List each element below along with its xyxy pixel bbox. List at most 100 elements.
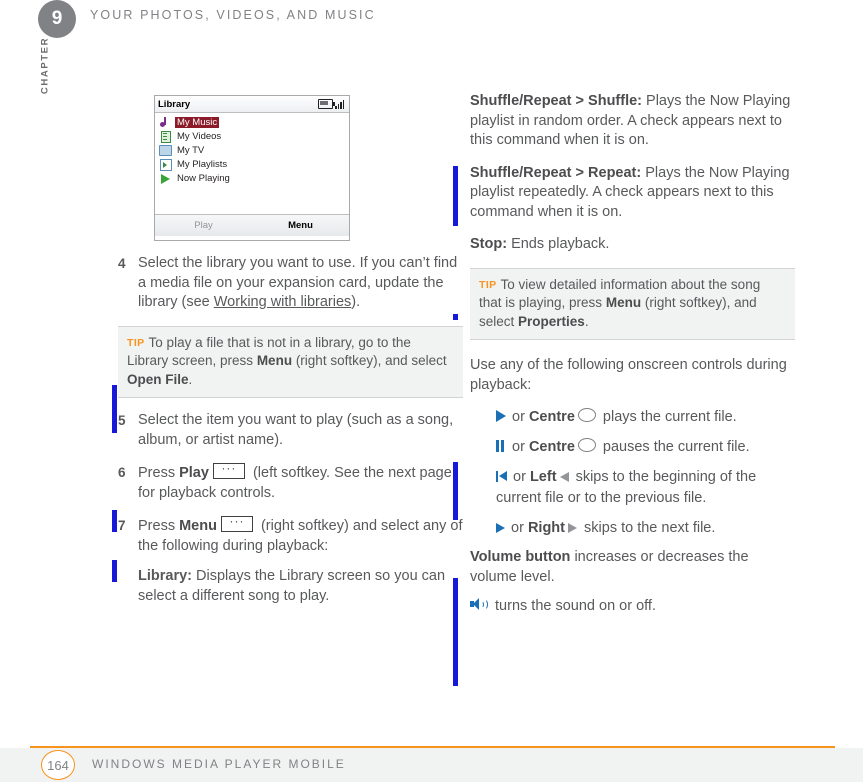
phone-status-icons	[318, 99, 346, 109]
step-6: 6 Press Play (left softkey. See the next…	[118, 459, 463, 503]
centre-button-icon	[577, 408, 596, 422]
stop-bold-label: Stop:	[470, 236, 508, 252]
control-pause-text-a: or	[508, 439, 529, 455]
tip-1-bold-menu: Menu	[256, 353, 293, 368]
chapter-side-label: CHAPTER	[39, 36, 51, 95]
step-4-text-b: ).	[351, 294, 361, 310]
step-number: 7	[118, 518, 126, 533]
menu-item-stop: Stop: Ends playback.	[470, 235, 795, 255]
onscreen-controls-list: or Centre plays the current file. or Cen…	[470, 407, 795, 539]
phone-screen-title: Library	[158, 98, 191, 110]
step-text: Press Menu (right softkey) and select an…	[138, 512, 463, 556]
play-icon	[496, 410, 506, 422]
tip-box-2: TIP To view detailed information about th…	[470, 267, 795, 340]
stop-description: Ends playback.	[507, 236, 610, 252]
tip-label: TIP	[127, 336, 145, 349]
volume-bold-label: Volume button	[470, 549, 571, 565]
control-pause: or Centre pauses the current file.	[470, 437, 795, 458]
tip-1-bold-open-file: Open File	[127, 371, 189, 387]
link-working-with-libraries[interactable]: Working with libraries	[214, 294, 352, 310]
shuffle-bold-label: Shuffle/Repeat > Shuffle:	[470, 93, 643, 109]
pause-icon	[496, 440, 506, 452]
change-bar	[112, 385, 117, 433]
step-text: Select the item you want to play (such a…	[138, 412, 454, 448]
centre-button-icon	[577, 438, 596, 452]
tip-2-bold-menu: Menu	[605, 295, 642, 310]
change-bar	[112, 560, 117, 582]
control-play-bold-centre: Centre	[528, 409, 575, 425]
step-7-text-a: Press	[138, 518, 180, 534]
phone-library-list: My Music My Videos My TV My Playlists No…	[155, 113, 349, 214]
control-pause-bold-centre: Centre	[528, 439, 575, 455]
control-prev-bold-left: Left	[529, 469, 557, 485]
list-item-label: My Videos	[177, 131, 222, 142]
control-prev-text-a: or	[509, 469, 530, 485]
right-arrow-icon	[568, 523, 577, 533]
tip-label: TIP	[479, 278, 497, 291]
step-6-text-a: Press	[138, 465, 180, 481]
video-icon	[159, 130, 172, 143]
play-icon	[159, 173, 172, 184]
footer-title: WINDOWS MEDIA PLAYER MOBILE	[92, 757, 346, 771]
step-4: 4 Select the library you want to use. If…	[118, 254, 463, 313]
signal-icon	[335, 99, 346, 109]
tip-2-text-c: .	[584, 313, 589, 329]
step-number: 5	[118, 413, 126, 428]
tip-1-text-c: .	[188, 371, 193, 387]
control-volume: Volume button increases or decreases the…	[470, 548, 795, 587]
control-play-text-b: plays the current file.	[598, 409, 737, 425]
repeat-bold-label: Shuffle/Repeat > Repeat:	[470, 164, 642, 181]
tv-icon	[159, 145, 172, 156]
control-play-text-a: or	[508, 409, 529, 425]
list-item-label: My TV	[177, 145, 205, 156]
step-5: 5 Select the item you want to play (such…	[118, 411, 463, 450]
list-item-my-videos[interactable]: My Videos	[159, 130, 349, 143]
softkey-glyph-icon	[220, 512, 253, 532]
page-title: YOUR PHOTOS, VIDEOS, AND MUSIC	[90, 8, 376, 22]
tip-1-text-b: (right softkey), and select	[292, 353, 447, 368]
list-item-my-music[interactable]: My Music	[159, 116, 349, 129]
step-text: Select the library you want to use. If y…	[138, 254, 463, 313]
control-next-bold-right: Right	[527, 520, 565, 536]
library-bold-label: Library:	[138, 568, 192, 584]
step-text: Press Play (left softkey. See the next p…	[138, 459, 463, 503]
change-bar	[112, 510, 117, 532]
softkey-glyph-icon	[212, 459, 245, 479]
page-number-badge: 164	[41, 750, 75, 780]
right-column: Shuffle/Repeat > Shuffle: Plays the Now …	[470, 92, 795, 630]
step-number: 4	[118, 256, 126, 271]
phone-screenshot: Library My Music My Videos My TV My Play	[154, 95, 350, 241]
list-item-label: My Playlists	[177, 159, 228, 170]
control-play: or Centre plays the current file.	[470, 407, 795, 428]
page-header: 9 YOUR PHOTOS, VIDEOS, AND MUSIC	[0, 0, 863, 38]
control-previous: or Left skips to the beginning of the cu…	[470, 467, 795, 509]
playlist-icon	[159, 158, 172, 171]
step-7-bold-menu: Menu	[179, 518, 217, 534]
list-item-label: Now Playing	[177, 173, 230, 184]
list-item-now-playing[interactable]: Now Playing	[159, 172, 349, 185]
list-item-my-playlists[interactable]: My Playlists	[159, 158, 349, 171]
tip-2-bold-properties: Properties	[518, 313, 585, 329]
phone-titlebar: Library	[155, 96, 349, 113]
control-next-text-b: skips to the next file.	[580, 520, 716, 536]
softkey-right-menu[interactable]: Menu	[252, 220, 349, 231]
controls-intro-text: Use any of the following onscreen contro…	[470, 357, 787, 393]
control-next-text-a: or	[507, 520, 528, 536]
music-note-icon	[159, 117, 172, 128]
menu-item-library: Library: Displays the Library screen so …	[138, 567, 463, 606]
list-item-my-tv[interactable]: My TV	[159, 144, 349, 157]
step-6-bold-play: Play	[179, 465, 209, 481]
skip-previous-icon	[496, 471, 507, 482]
menu-item-repeat: Shuffle/Repeat > Repeat: Plays the Now P…	[470, 164, 795, 223]
step-7: 7 Press Menu (right softkey) and select …	[118, 512, 463, 556]
control-mute: turns the sound on or off.	[470, 597, 795, 617]
softkey-left-play[interactable]: Play	[155, 220, 252, 231]
menu-item-shuffle: Shuffle/Repeat > Shuffle: Plays the Now …	[470, 92, 795, 151]
list-item-label: My Music	[175, 117, 220, 128]
control-next: or Right skips to the next file.	[470, 518, 795, 539]
chapter-side-tab: CHAPTER	[30, 37, 58, 118]
left-column: Library My Music My Videos My TV My Play	[118, 95, 463, 606]
step-number: 6	[118, 465, 126, 480]
speaker-icon	[470, 597, 488, 611]
skip-next-icon	[496, 523, 505, 533]
